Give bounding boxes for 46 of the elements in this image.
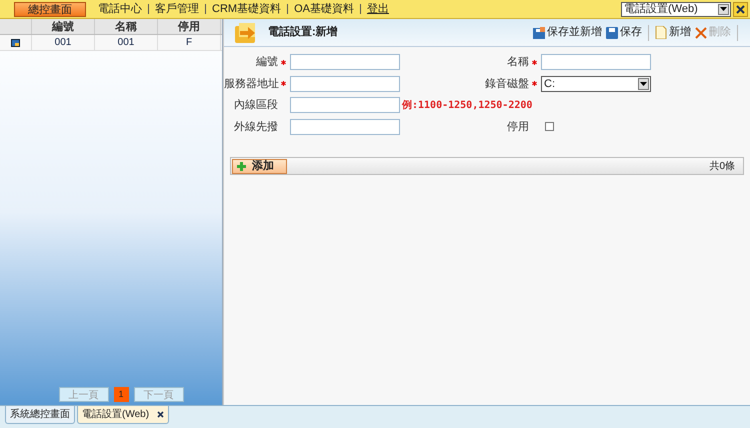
bottom-tab[interactable]: 電話設置(Web) xyxy=(77,406,170,424)
add-button[interactable]: 添加 xyxy=(232,158,287,174)
hint-text: 例:1100-1250,1250-2200 xyxy=(402,100,532,111)
toolbar-button[interactable]: 新增 xyxy=(655,24,691,41)
table-cell: 001 xyxy=(95,35,158,50)
record-count: 共0條 xyxy=(709,160,735,174)
close-icon xyxy=(736,4,745,14)
window-select[interactable]: 電話設置(Web) xyxy=(621,2,731,16)
menu-tab[interactable]: CRM基礎資料 xyxy=(212,0,282,18)
bottom-tab[interactable]: 系統總控畫面 xyxy=(5,406,75,424)
panel-title: 電話設置:新增 xyxy=(268,24,338,40)
column-header: 停用 xyxy=(158,19,221,34)
table-row[interactable]: 001 001 F xyxy=(0,35,222,51)
menu-tab[interactable]: OA基礎資料 xyxy=(294,0,354,18)
column-header: 名稱 xyxy=(95,19,158,34)
field-label: 錄音磁盤 xyxy=(485,76,529,92)
table-cell: F xyxy=(158,35,221,50)
close-icon[interactable] xyxy=(157,411,164,418)
document-icon xyxy=(655,26,667,39)
row-icon xyxy=(11,38,20,46)
checkbox[interactable] xyxy=(545,122,554,132)
cross-icon xyxy=(695,26,707,38)
field-label: 外線先撥 xyxy=(234,120,278,134)
table-cell: 001 xyxy=(32,35,95,50)
toolbar-button[interactable]: 保存並新增 xyxy=(533,24,602,41)
menu-tab[interactable]: 電話中心 xyxy=(98,0,142,18)
input-field[interactable] xyxy=(290,118,400,135)
menu-tab[interactable]: 總控畫面 xyxy=(14,2,86,16)
logout-link[interactable]: 登出 xyxy=(366,0,389,18)
column-header: 編號 xyxy=(32,19,95,34)
field-label: 停用 xyxy=(507,120,529,134)
field-label: 編號 xyxy=(256,55,278,70)
input-field[interactable] xyxy=(290,97,400,114)
plus-icon xyxy=(237,162,246,170)
input-field[interactable] xyxy=(290,76,400,92)
toolbar-button[interactable]: 保存 xyxy=(606,24,642,41)
page-number[interactable]: 1 xyxy=(114,387,128,402)
field-label: 內線區段 xyxy=(234,98,278,113)
menu-tab[interactable]: 客戶管理 xyxy=(155,0,199,18)
field-label: 名稱 xyxy=(507,55,529,70)
folder-icon xyxy=(234,20,258,44)
close-button[interactable] xyxy=(733,2,748,16)
disk-select[interactable]: C: xyxy=(541,76,651,92)
input-field[interactable] xyxy=(290,54,400,70)
input-field[interactable] xyxy=(541,54,651,70)
field-label: 服務器地址 xyxy=(224,76,279,92)
